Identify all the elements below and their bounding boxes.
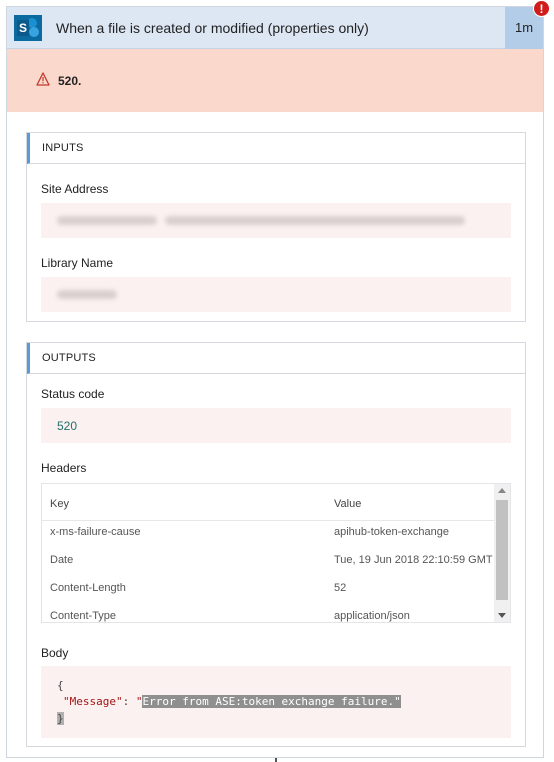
table-row-key: x-ms-failure-cause <box>50 526 141 538</box>
json-key: "Message" <box>63 695 123 708</box>
headers-label: Headers <box>41 461 87 475</box>
flow-connector <box>275 758 277 762</box>
action-title: When a file is created or modified (prop… <box>56 20 369 36</box>
inputs-section: INPUTS Site Address Library Name <box>26 132 526 322</box>
site-address-value[interactable] <box>41 203 511 238</box>
table-row-key: Content-Length <box>50 582 126 594</box>
json-value: Error from ASE:token exchange failure. <box>142 695 395 708</box>
action-header[interactable]: S When a file is created or modified (pr… <box>7 7 543 49</box>
outputs-header[interactable]: OUTPUTS <box>27 343 525 374</box>
error-message: 520. <box>58 74 82 88</box>
column-header-value: Value <box>334 498 362 510</box>
headers-table[interactable]: Key Value x-ms-failure-cause apihub-toke… <box>41 483 511 623</box>
action-card: S When a file is created or modified (pr… <box>6 0 550 758</box>
inputs-label: INPUTS <box>42 142 84 154</box>
table-row-value: application/json <box>334 610 410 622</box>
status-code-label: Status code <box>41 387 105 401</box>
table-row-value: 52 <box>334 582 347 594</box>
outputs-section: OUTPUTS Status code 520 Headers Key Valu… <box>26 342 526 747</box>
column-header-key: Key <box>50 498 69 510</box>
code-open-brace: { <box>57 679 64 692</box>
library-name-value[interactable] <box>41 277 511 312</box>
error-badge-icon: ! <box>533 0 550 17</box>
warning-icon <box>36 72 50 86</box>
code-message-line: "Message": "Error from ASE:token exchang… <box>63 695 401 708</box>
table-row-key: Content-Type <box>50 610 117 622</box>
table-row-value: Tue, 19 Jun 2018 22:10:59 GMT <box>334 554 493 566</box>
scrollbar-thumb[interactable] <box>496 500 508 600</box>
headers-scrollbar[interactable] <box>494 484 510 622</box>
scroll-down-icon[interactable] <box>498 613 506 618</box>
svg-text:S: S <box>19 21 27 35</box>
inputs-header[interactable]: INPUTS <box>27 133 525 164</box>
outputs-label: OUTPUTS <box>42 352 96 364</box>
library-name-label: Library Name <box>41 256 114 270</box>
body-json[interactable]: { "Message": "Error from ASE:token excha… <box>41 666 511 738</box>
code-close-brace: } <box>57 712 64 725</box>
sharepoint-icon: S <box>14 15 42 41</box>
scroll-up-icon[interactable] <box>498 488 506 493</box>
status-code-value: 520 <box>57 419 78 433</box>
site-address-label: Site Address <box>41 182 109 196</box>
table-row-value: apihub-token-exchange <box>334 526 449 538</box>
status-code-field[interactable]: 520 <box>41 408 511 443</box>
table-row-key: Date <box>50 554 74 566</box>
body-label: Body <box>41 646 69 660</box>
error-banner: 520. <box>7 49 543 112</box>
